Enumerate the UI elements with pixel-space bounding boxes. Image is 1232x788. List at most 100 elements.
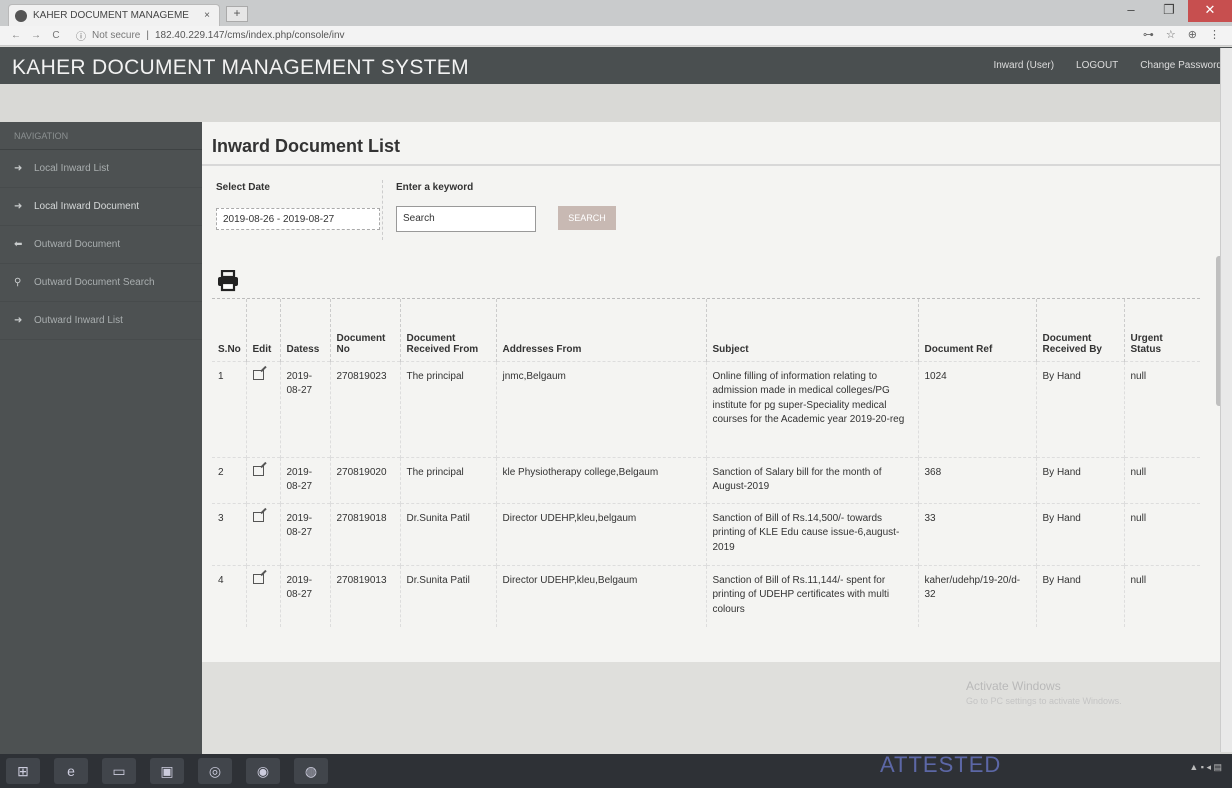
arrow-left-icon: ⬅: [14, 239, 23, 250]
edit-icon[interactable]: [252, 573, 264, 584]
url-text[interactable]: 182.40.229.147/cms/index.php/console/inv: [155, 30, 345, 41]
cell-received-from: The principal: [399, 456, 496, 503]
arrow-right-icon: ➜: [14, 315, 23, 326]
extension-icon[interactable]: ⊕: [1188, 28, 1197, 41]
logout-link[interactable]: LOGOUT: [1076, 60, 1118, 71]
minimize-button[interactable]: –: [1112, 0, 1150, 22]
filter-divider: [382, 180, 383, 240]
windows-taskbar: ⊞ e ▭ ▣ ◎ ◉ ◍ ▲ ▪ ◂ ▤: [0, 754, 1232, 788]
cell-address-from: Director UDEHP,kleu,belgaum: [495, 502, 706, 565]
print-icon[interactable]: [216, 269, 246, 294]
keyword-label: Enter a keyword: [396, 182, 474, 193]
col-header-urgent-status[interactable]: Urgent Status: [1123, 299, 1200, 361]
star-icon[interactable]: ☆: [1166, 28, 1176, 41]
col-header-received-from[interactable]: Document Received From: [399, 299, 496, 361]
edit-cell: [245, 502, 280, 565]
browser-tabbar: KAHER DOCUMENT MANAGEME × + – ❐ ✕: [0, 0, 1232, 26]
sidebar-section-label: NAVIGATION: [0, 122, 202, 150]
cell-address-from: jnmc,Belgaum: [495, 360, 706, 457]
tab-close-icon[interactable]: ×: [201, 10, 213, 21]
cell-subject: Sanction of Salary bill for the month of…: [705, 456, 918, 503]
store-icon[interactable]: ▣: [150, 758, 184, 784]
cell-doc-no: 270819020: [329, 456, 400, 503]
cell-received-by: By Hand: [1035, 502, 1124, 565]
page-title: Inward Document List: [212, 136, 401, 156]
file-explorer-icon[interactable]: ▭: [102, 758, 136, 784]
system-tray[interactable]: ▲ ▪ ◂ ▤: [1189, 762, 1222, 773]
edit-cell: [245, 456, 280, 503]
page-scrollbar[interactable]: [1220, 48, 1232, 752]
info-icon[interactable]: ⓘ: [76, 28, 86, 43]
windows-start-icon[interactable]: ⊞: [6, 758, 40, 784]
table-row: 3 2019-08-27 270819018 Dr.Sunita Patil D…: [212, 502, 1200, 565]
back-icon[interactable]: ←: [8, 30, 24, 41]
header-links: Inward (User) LOGOUT Change Password: [993, 60, 1222, 71]
attested-stamp: ATTESTED: [880, 752, 1002, 777]
sidebar-item-outward-inward-list[interactable]: ➜ Outward Inward List: [0, 302, 202, 340]
tab-title: KAHER DOCUMENT MANAGEME: [33, 10, 189, 21]
edit-icon[interactable]: [252, 465, 264, 476]
cell-subject: Sanction of Bill of Rs.11,144/- spent fo…: [705, 564, 918, 627]
change-password-link[interactable]: Change Password: [1140, 60, 1222, 71]
cell-subject: Sanction of Bill of Rs.14,500/- towards …: [705, 502, 918, 565]
sidebar-item-local-inward-list[interactable]: ➜ Local Inward List: [0, 150, 202, 188]
activate-windows-title: Activate Windows: [966, 679, 1061, 693]
activate-windows-subtitle: Go to PC settings to activate Windows.: [966, 696, 1122, 706]
user-link[interactable]: Inward (User): [993, 60, 1054, 71]
sidebar: NAVIGATION ➜ Local Inward List ➜ Local I…: [0, 122, 202, 754]
document-table: S.No Edit Datess Document No Document Re…: [212, 298, 1200, 638]
maximize-button[interactable]: ❐: [1150, 0, 1188, 22]
cell-doc-no: 270819023: [329, 360, 400, 457]
col-header-subject[interactable]: Subject: [705, 299, 918, 361]
search-input[interactable]: Search: [396, 206, 536, 232]
cell-date: 2019-08-27: [279, 456, 330, 503]
security-label: Not secure: [92, 30, 141, 41]
edit-cell: [245, 564, 280, 627]
col-header-doc-no[interactable]: Document No: [329, 299, 400, 361]
col-header-address-from[interactable]: Addresses From: [495, 299, 706, 361]
cell-doc-ref: 1024: [917, 360, 1036, 457]
cell-doc-no: 270819013: [329, 564, 400, 627]
sidebar-item-local-inward-document[interactable]: ➜ Local Inward Document: [0, 188, 202, 226]
media-icon[interactable]: ◉: [246, 758, 280, 784]
url-field[interactable]: ⓘ Not secure | 182.40.229.147/cms/index.…: [76, 28, 345, 43]
address-bar: ← → C ⓘ Not secure | 182.40.229.147/cms/…: [0, 26, 1232, 46]
sidebar-item-outward-document-search[interactable]: ⚲ Outward Document Search: [0, 264, 202, 302]
cell-urgent: null: [1123, 456, 1200, 503]
date-range-input[interactable]: 2019-08-26 - 2019-08-27: [216, 208, 380, 230]
sidebar-item-outward-document[interactable]: ⬅ Outward Document: [0, 226, 202, 264]
cell-doc-ref: 33: [917, 502, 1036, 565]
arrow-right-icon: ➜: [14, 163, 23, 174]
col-header-date[interactable]: Datess: [279, 299, 330, 361]
reload-icon[interactable]: C: [48, 30, 64, 41]
cell-address-from: kle Physiotherapy college,Belgaum: [495, 456, 706, 503]
cell-urgent: null: [1123, 502, 1200, 565]
search-button[interactable]: SEARCH: [558, 206, 616, 230]
browser-tab[interactable]: KAHER DOCUMENT MANAGEME ×: [8, 4, 220, 26]
col-header-received-by[interactable]: Document Received By: [1035, 299, 1124, 361]
browser-taskbar-icon[interactable]: ◍: [294, 758, 328, 784]
select-date-label: Select Date: [216, 182, 270, 193]
menu-icon[interactable]: ⋮: [1209, 28, 1220, 41]
cell-received-from: Dr.Sunita Patil: [399, 502, 496, 565]
col-header-doc-ref[interactable]: Document Ref: [917, 299, 1036, 361]
new-tab-button[interactable]: +: [226, 6, 248, 22]
edit-icon[interactable]: [252, 511, 264, 522]
edit-icon[interactable]: [252, 369, 264, 380]
table-row: 4 2019-08-27 270819013 Dr.Sunita Patil D…: [212, 564, 1200, 627]
sidebar-item-label: Outward Document: [34, 239, 121, 250]
arrow-right-icon: ➜: [14, 201, 23, 212]
sidebar-item-label: Outward Inward List: [34, 315, 123, 326]
cell-sno: 4: [212, 564, 246, 627]
cell-urgent: null: [1123, 564, 1200, 627]
internet-explorer-icon[interactable]: e: [54, 758, 88, 784]
edit-cell: [245, 360, 280, 457]
key-icon[interactable]: ⊶: [1143, 28, 1154, 41]
window-close-button[interactable]: ✕: [1188, 0, 1232, 22]
cell-sno: 2: [212, 456, 246, 503]
cell-received-from: The principal: [399, 360, 496, 457]
forward-icon[interactable]: →: [28, 30, 44, 41]
col-header-sno[interactable]: S.No: [212, 299, 246, 361]
col-header-edit[interactable]: Edit: [245, 299, 280, 361]
chrome-icon[interactable]: ◎: [198, 758, 232, 784]
